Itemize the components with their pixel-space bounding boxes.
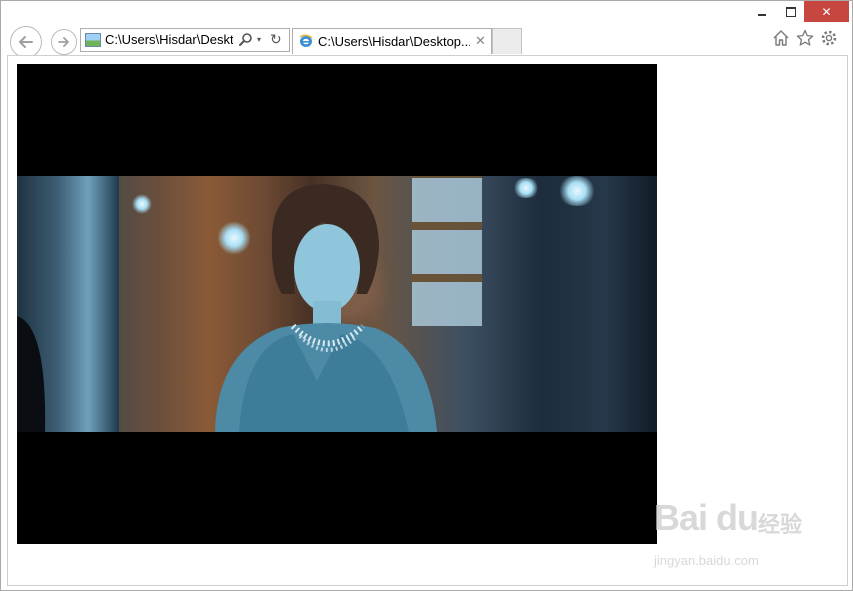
tab-title: C:\Users\Hisdar\Desktop...: [318, 34, 470, 49]
favorites-button[interactable]: [795, 28, 815, 48]
search-icon[interactable]: [238, 32, 254, 48]
address-bar[interactable]: C:\Users\Hisdar\Deskt ▾ ↻: [80, 28, 290, 52]
close-window-button[interactable]: ✕: [804, 1, 849, 22]
subject-figure: [17, 184, 437, 432]
watermark-brand: Bai du: [654, 497, 759, 538]
address-text[interactable]: C:\Users\Hisdar\Deskt: [105, 32, 233, 47]
maximize-icon: [785, 6, 796, 17]
maximize-button[interactable]: [777, 1, 804, 22]
forward-button[interactable]: [51, 29, 77, 55]
refresh-icon[interactable]: ↻: [270, 31, 282, 48]
baidu-jingyan-watermark: Bai du 经验 jingyan.baidu.com: [652, 495, 812, 575]
watermark-url: jingyan.baidu.com: [654, 553, 759, 568]
new-tab-button[interactable]: [492, 28, 522, 54]
image-viewer: [17, 64, 657, 544]
video-frame-image: [17, 176, 657, 432]
watermark-brand-cn: 经验: [758, 512, 803, 537]
star-icon: [796, 29, 814, 46]
home-button[interactable]: [771, 28, 791, 48]
forward-arrow-icon: [58, 37, 69, 47]
address-dropdown-icon[interactable]: ▾: [257, 35, 261, 44]
close-tab-icon[interactable]: ✕: [475, 33, 486, 49]
gear-icon: [821, 30, 837, 46]
back-arrow-icon: [19, 36, 33, 48]
minimize-icon: [758, 13, 766, 16]
navigation-bar: C:\Users\Hisdar\Deskt ▾ ↻ C:\Users\Hisda…: [1, 23, 852, 58]
image-file-icon: [85, 33, 101, 47]
back-button[interactable]: [10, 26, 42, 58]
home-icon: [773, 30, 789, 46]
minimize-button[interactable]: [747, 1, 777, 22]
tab-active[interactable]: C:\Users\Hisdar\Desktop... ✕: [292, 28, 492, 54]
settings-button[interactable]: [819, 28, 839, 48]
title-bar: ✕: [1, 1, 852, 23]
close-icon: ✕: [821, 4, 832, 19]
ie-logo-icon: [299, 34, 313, 47]
